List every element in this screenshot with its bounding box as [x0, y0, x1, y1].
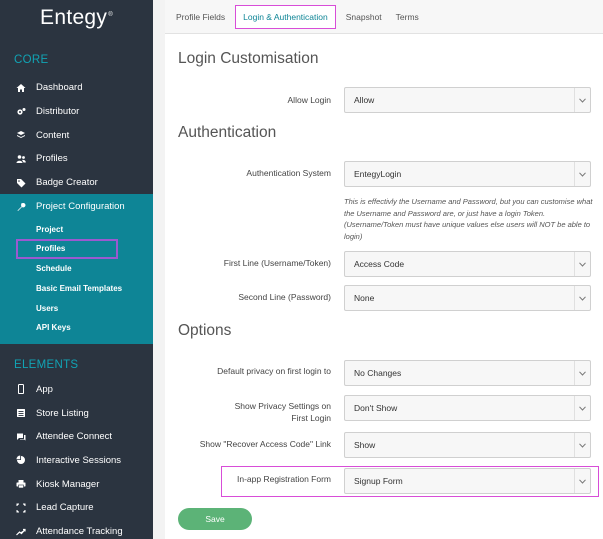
sidebar-item-attendance-tracking[interactable]: Attendance Tracking: [0, 520, 153, 539]
sidebar-subitem-users[interactable]: Users: [0, 298, 153, 318]
sidebar-item-label: Attendee Connect: [36, 431, 113, 443]
main-panel: Profile Fields Login & Authentication Sn…: [165, 0, 603, 539]
tab-login-authentication[interactable]: Login & Authentication: [235, 4, 336, 29]
show-privacy-settings-select[interactable]: Don't Show: [344, 395, 591, 421]
tab-terms[interactable]: Terms: [389, 6, 426, 28]
sidebar-item-label: App: [36, 383, 53, 395]
allow-login-value: Allow: [354, 95, 375, 105]
entegy-logo[interactable]: Entegy ®: [0, 0, 153, 44]
home-icon: [14, 83, 28, 93]
show-privacy-settings-label-line2: First Login: [291, 413, 331, 423]
chevron-down-icon: [574, 469, 590, 493]
sidebar-item-store-listing[interactable]: Store Listing: [0, 401, 153, 425]
chevron-down-icon: [574, 252, 590, 276]
sidebar-item-label: Interactive Sessions: [36, 454, 122, 466]
sidebar-item-label: Attendance Tracking: [36, 526, 123, 538]
sidebar-item-distributor[interactable]: Distributor: [0, 100, 153, 124]
elements-section-title: ELEMENTS: [14, 358, 79, 371]
gears-icon: [14, 107, 28, 117]
authentication-help-text: This is effectivly the Username and Pass…: [344, 197, 593, 241]
first-line-label: First Line (Username/Token): [223, 258, 331, 268]
tag-icon: [14, 178, 28, 188]
first-line-select[interactable]: Access Code: [344, 251, 591, 277]
printer-icon: [14, 479, 28, 489]
second-line-value: None: [354, 293, 375, 303]
sidebar-item-label: Content: [36, 129, 70, 141]
chart-line-icon: [14, 527, 28, 537]
logo-registered-mark: ®: [108, 12, 113, 18]
default-privacy-select[interactable]: No Changes: [344, 360, 591, 386]
allow-login-select[interactable]: Allow: [344, 87, 591, 113]
sidebar-item-label: Distributor: [36, 106, 80, 118]
sidebar-subitem-profiles[interactable]: Profiles: [16, 239, 118, 259]
sidebar-item-attendee-connect[interactable]: Attendee Connect: [0, 425, 153, 449]
sidebar-item-project-configuration[interactable]: Project Configuration: [0, 194, 153, 219]
sidebar-item-badge-creator[interactable]: Badge Creator: [0, 171, 153, 195]
sidebar: Entegy ® CORE Dashboard Distributor Conte…: [0, 0, 153, 539]
sidebar-item-dashboard[interactable]: Dashboard: [0, 76, 153, 100]
sidebar-item-kiosk-manager[interactable]: Kiosk Manager: [0, 472, 153, 496]
tab-profile-fields[interactable]: Profile Fields: [169, 6, 232, 28]
logo-text: Entegy: [40, 6, 108, 29]
second-line-select[interactable]: None: [344, 285, 591, 311]
pie-icon: [14, 455, 28, 465]
default-privacy-label: Default privacy on first login to: [217, 366, 331, 376]
authentication-system-value: EntegyLogin: [354, 169, 402, 179]
recover-access-code-value: Show: [354, 440, 376, 450]
show-privacy-settings-label-line1: Show Privacy Settings on: [234, 401, 331, 411]
list-icon: [14, 408, 28, 418]
chevron-down-icon: [574, 88, 590, 112]
mobile-icon: [14, 384, 28, 395]
tab-bar: Profile Fields Login & Authentication Sn…: [165, 0, 603, 34]
sidebar-item-label: Project Configuration: [36, 201, 125, 213]
in-app-registration-value: Signup Form: [354, 476, 403, 486]
chevron-down-icon: [574, 162, 590, 186]
options-heading: Options: [178, 322, 232, 339]
chevron-down-icon: [574, 286, 590, 310]
wrench-icon: [14, 202, 28, 212]
sidebar-item-app[interactable]: App: [0, 378, 153, 402]
recover-access-code-select[interactable]: Show: [344, 432, 591, 458]
show-privacy-settings-value: Don't Show: [354, 403, 398, 413]
sidebar-item-label: Profiles: [36, 153, 68, 165]
first-line-value: Access Code: [354, 259, 405, 269]
show-privacy-settings-label: Show Privacy Settings on First Login: [235, 400, 331, 424]
sidebar-active-group: Project Configuration Project Profiles S…: [0, 194, 153, 344]
authentication-heading: Authentication: [178, 124, 277, 141]
sidebar-item-label: Kiosk Manager: [36, 478, 100, 490]
chevron-down-icon: [574, 433, 590, 457]
sidebar-subitem-api-keys[interactable]: API Keys: [0, 318, 153, 338]
save-button[interactable]: Save: [178, 508, 252, 530]
chat-icon: [14, 432, 28, 442]
layers-icon: [14, 130, 28, 140]
sidebar-item-interactive-sessions[interactable]: Interactive Sessions: [0, 449, 153, 473]
authentication-system-select[interactable]: EntegyLogin: [344, 161, 591, 187]
in-app-registration-select[interactable]: Signup Form: [344, 468, 591, 494]
login-customisation-heading: Login Customisation: [178, 50, 319, 67]
recover-access-code-label: Show "Recover Access Code" Link: [199, 439, 331, 449]
authentication-system-label: Authentication System: [246, 168, 331, 178]
sidebar-subitem-basic-email-templates[interactable]: Basic Email Templates: [0, 279, 153, 299]
second-line-label: Second Line (Password): [238, 292, 331, 302]
sidebar-item-label: Lead Capture: [36, 502, 94, 514]
allow-login-label: Allow Login: [287, 95, 331, 105]
sidebar-item-label: Badge Creator: [36, 177, 98, 189]
sidebar-item-lead-capture[interactable]: Lead Capture: [0, 496, 153, 520]
sidebar-subitem-schedule[interactable]: Schedule: [0, 259, 153, 279]
sidebar-item-label: Dashboard: [36, 82, 83, 94]
sidebar-item-label: Store Listing: [36, 407, 89, 419]
tab-snapshot[interactable]: Snapshot: [339, 6, 389, 28]
in-app-registration-label: In-app Registration Form: [236, 474, 331, 484]
scan-icon: [14, 503, 28, 513]
chevron-down-icon: [574, 396, 590, 420]
sidebar-subitem-project[interactable]: Project: [0, 219, 153, 239]
sidebar-item-content[interactable]: Content: [0, 123, 153, 147]
users-icon: [14, 154, 28, 164]
default-privacy-value: No Changes: [354, 368, 402, 378]
chevron-down-icon: [574, 361, 590, 385]
core-section-title: CORE: [14, 54, 49, 66]
sidebar-item-profiles[interactable]: Profiles: [0, 147, 153, 171]
